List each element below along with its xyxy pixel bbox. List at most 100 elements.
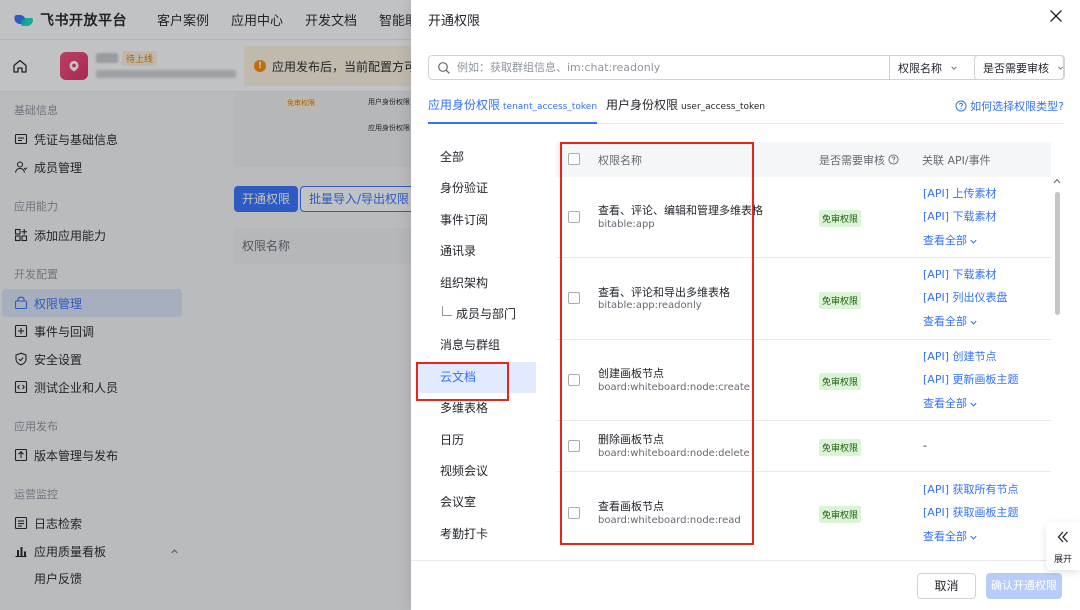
permission-name: 查看、评论和导出多维表格 xyxy=(598,286,730,299)
api-link[interactable]: [API] 上传素材 xyxy=(923,185,996,208)
drawer-footer: 取消 确认开通权限 xyxy=(411,560,1080,610)
help-link-text: 如何选择权限类型? xyxy=(970,100,1064,113)
permission-name: 创建画板节点 xyxy=(598,367,664,380)
tab-label: 用户身份权限 xyxy=(606,98,679,112)
table-row: 查看、评论、编辑和管理多维表格 bitable:app 免审权限 [API] 上… xyxy=(556,177,1051,258)
status-badge: 免审权限 xyxy=(819,506,862,523)
cancel-button[interactable]: 取消 xyxy=(917,573,976,599)
api-link[interactable]: [API] 下载素材 xyxy=(923,266,1007,289)
category-item-sub[interactable]: 成员与部门 xyxy=(416,299,536,330)
row-checkbox[interactable] xyxy=(568,507,580,519)
view-all-link[interactable]: 查看全部 xyxy=(923,311,1007,334)
category-sub-label: 成员与部门 xyxy=(456,306,517,321)
question-circle-icon xyxy=(955,100,967,112)
tab-app-identity[interactable]: 应用身份权限 tenant_access_token xyxy=(428,96,598,124)
related-api-list: [API] 上传素材 [API] 下载素材 查看全部 xyxy=(923,185,996,253)
table-row: 删除画板节点 board:whiteboard:node:delete 免审权限… xyxy=(556,421,1051,472)
row-checkbox[interactable] xyxy=(568,211,580,223)
api-link[interactable]: [API] 更新画板主题 xyxy=(923,371,1018,394)
api-link[interactable]: [API] 创建节点 xyxy=(923,348,1018,371)
category-item-selected[interactable]: 云文档 xyxy=(416,361,536,394)
category-item[interactable]: 身份验证 xyxy=(416,173,536,204)
tab-user-identity[interactable]: 用户身份权限 user_access_token xyxy=(606,96,765,124)
double-chevron-left-icon xyxy=(1057,531,1068,543)
chevron-down-icon xyxy=(970,402,977,407)
tab-token: tenant_access_token xyxy=(503,102,598,112)
table-scrollbar-thumb[interactable] xyxy=(1055,192,1060,315)
related-api-list: [API] 下载素材 [API] 列出仪表盘 查看全部 xyxy=(923,266,1007,334)
column-header-review: 是否需要审核 xyxy=(819,152,899,168)
tab-label: 应用身份权限 xyxy=(428,98,501,112)
status-badge: 免审权限 xyxy=(819,373,862,390)
related-api-list: [API] 获取所有节点 [API] 获取画板主题 查看全部 xyxy=(923,481,1018,549)
column-header-name: 权限名称 xyxy=(598,153,642,167)
permission-name: 查看、评论、编辑和管理多维表格 xyxy=(598,204,763,217)
related-api-list: [API] 创建节点 [API] 更新画板主题 查看全部 xyxy=(923,348,1018,416)
close-icon[interactable] xyxy=(1048,8,1064,24)
permission-code: board:whiteboard:node:create xyxy=(598,382,750,393)
status-badge: 免审权限 xyxy=(819,439,862,456)
category-item[interactable]: 事件订阅 xyxy=(416,205,536,236)
modal-mask[interactable] xyxy=(0,0,411,610)
view-all-link[interactable]: 查看全部 xyxy=(923,526,1018,549)
confirm-open-permission-button[interactable]: 确认开通权限 xyxy=(986,573,1062,599)
chevron-down-icon xyxy=(970,239,977,244)
category-item[interactable]: 消息与群组 xyxy=(416,330,536,361)
category-item[interactable]: 考勤打卡 xyxy=(416,519,536,550)
chevron-down-icon xyxy=(970,535,977,540)
category-item[interactable]: 全部 xyxy=(416,142,536,173)
api-link[interactable]: [API] 获取所有节点 xyxy=(923,481,1018,504)
search-icon xyxy=(438,61,450,74)
api-link[interactable]: [API] 列出仪表盘 xyxy=(923,289,1007,312)
view-all-link[interactable]: 查看全部 xyxy=(923,393,1018,416)
permission-code: bitable:app:readonly xyxy=(598,300,702,311)
chevron-down-icon xyxy=(970,320,977,325)
chevron-down-icon xyxy=(1058,66,1063,70)
status-badge: 免审权限 xyxy=(819,210,862,227)
scroll-up-arrow-icon[interactable] xyxy=(1053,178,1061,184)
category-item[interactable]: 日历 xyxy=(416,425,536,456)
table-row: 查看、评论和导出多维表格 bitable:app:readonly 免审权限 [… xyxy=(556,258,1051,340)
category-item[interactable]: 多维表格 xyxy=(416,393,536,424)
table-row: 创建画板节点 board:whiteboard:node:create 免审权限… xyxy=(556,340,1051,421)
filter-needs-review-label: 是否需要审核 xyxy=(983,61,1049,75)
chevron-down-icon xyxy=(951,65,957,70)
category-item[interactable]: 会议室 xyxy=(416,487,536,518)
expand-panel-button[interactable]: 展开 xyxy=(1046,522,1080,570)
view-all-label: 查看全部 xyxy=(923,315,967,329)
permission-type-help-link[interactable]: 如何选择权限类型? xyxy=(955,98,1064,114)
view-all-label: 查看全部 xyxy=(923,397,967,411)
permission-search-box: 权限名称 是否需要审核 xyxy=(428,55,1065,80)
permission-code: board:whiteboard:node:read xyxy=(598,515,741,526)
no-related-api: - xyxy=(923,439,927,452)
filter-permission-name-label: 权限名称 xyxy=(898,61,942,75)
select-all-checkbox[interactable] xyxy=(568,153,580,165)
permission-code: bitable:app xyxy=(598,219,655,230)
row-checkbox[interactable] xyxy=(568,374,580,386)
category-item[interactable]: 视频会议 xyxy=(416,456,536,487)
permission-category-list: 全部 身份验证 事件订阅 通讯录 组织架构 成员与部门 消息与群组 云文档 多维… xyxy=(416,142,536,552)
permission-table: 权限名称 是否需要审核 关联 API/事件 查看、评论、编辑和管理多维表格 bi… xyxy=(556,142,1051,552)
api-link[interactable]: [API] 获取画板主题 xyxy=(923,504,1018,527)
permission-type-tabs: 应用身份权限 tenant_access_token 用户身份权限 user_acc… xyxy=(428,96,1064,124)
category-item[interactable]: 组织架构 xyxy=(416,268,536,299)
table-row: 查看画板节点 board:whiteboard:node:read 免审权限 [… xyxy=(556,472,1051,552)
table-header: 权限名称 是否需要审核 关联 API/事件 xyxy=(556,142,1051,177)
column-header-api: 关联 API/事件 xyxy=(922,153,991,167)
tree-branch-icon xyxy=(442,305,452,316)
view-all-link[interactable]: 查看全部 xyxy=(923,230,996,253)
filter-permission-name[interactable]: 权限名称 xyxy=(889,56,965,79)
api-link[interactable]: [API] 下载素材 xyxy=(923,208,996,231)
view-all-label: 查看全部 xyxy=(923,530,967,544)
permission-code: board:whiteboard:node:delete xyxy=(598,448,750,459)
row-checkbox[interactable] xyxy=(568,292,580,304)
filter-needs-review[interactable]: 是否需要审核 xyxy=(974,55,1065,80)
permission-search-input[interactable] xyxy=(457,61,887,74)
permission-name: 删除画板节点 xyxy=(598,433,664,446)
tab-token: user_access_token xyxy=(681,102,766,112)
row-checkbox[interactable] xyxy=(568,440,580,452)
question-circle-icon[interactable] xyxy=(888,154,899,165)
expand-label: 展开 xyxy=(1053,555,1072,565)
category-item[interactable]: 通讯录 xyxy=(416,236,536,267)
open-permission-drawer: 开通权限 权限名称 是否需要审核 应用身份权限tenant_access_tok… xyxy=(411,0,1080,610)
